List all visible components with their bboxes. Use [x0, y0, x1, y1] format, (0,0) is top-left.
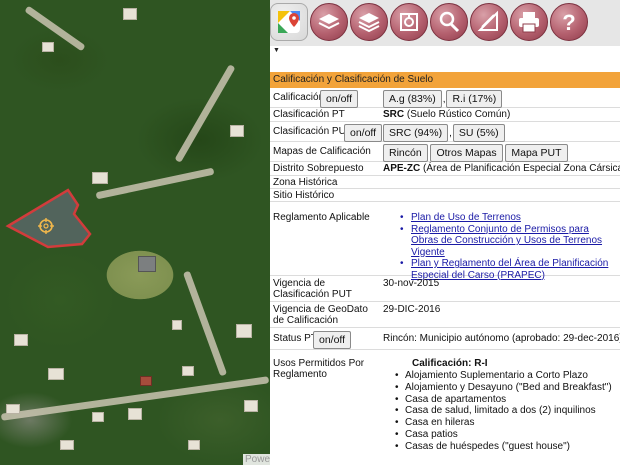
row-clasificacion-put: Clasificación PUT on/off SRC (94%), SU (5… [270, 122, 620, 142]
clasificacion-pt-label: Clasificación PT [273, 109, 345, 120]
row-calificacion: Calificación on/off A.g (83%), R.i (17%) [270, 88, 620, 108]
calificacion-toggle-button[interactable]: on/off [320, 90, 359, 108]
link-plan-uso-terrenos[interactable]: Plan de Uso de Terrenos [411, 212, 521, 223]
list-item: Casa en hileras [394, 417, 616, 429]
status-pt-toggle-button[interactable]: on/off [313, 331, 352, 349]
list-item: Reglamento Conjunto de Permisos para Obr… [398, 224, 616, 259]
print-icon[interactable] [510, 3, 548, 41]
row-distrito: Distrito Sobrepuesto APE-ZC (Área de Pla… [270, 162, 620, 176]
distrito-label: Distrito Sobrepuesto [273, 163, 364, 174]
otros-mapas-button[interactable]: Otros Mapas [430, 144, 503, 162]
map-attribution: Powe [243, 454, 270, 465]
list-item: Casas de huéspedes ("guest house") [394, 441, 616, 453]
row-vigencia-geodato: Vigencia de GeoDato de Calificación 29-D… [270, 302, 620, 328]
collapse-panel-arrow-icon[interactable]: ▼ [273, 47, 280, 54]
calificacion-ag-button[interactable]: A.g (83%) [383, 90, 442, 108]
vigencia-geodato-value: 29-DIC-2016 [383, 304, 441, 315]
distrito-desc: (Área de Planificación Especial Zona Cár… [423, 163, 620, 174]
row-clasificacion-pt: Clasificación PT SRC (Suelo Rústico Comú… [270, 108, 620, 122]
sitio-historico-label: Sitio Histórico [273, 190, 335, 201]
mapas-label: Mapas de Calificación [273, 146, 371, 157]
clasificacion-put-su-button[interactable]: SU (5%) [452, 124, 505, 142]
satellite-map[interactable]: Powe [0, 0, 270, 465]
magnifier-icon[interactable] [430, 3, 468, 41]
list-item: Alojamiento y Desayuno ("Bed and Breakfa… [394, 382, 616, 394]
vigencia-put-value: 30-nov-2015 [383, 278, 440, 289]
separator: , [449, 128, 452, 139]
usos-label: Usos Permitidos Por Reglamento [273, 358, 365, 380]
help-icon[interactable]: ? [550, 3, 588, 41]
vigencia-geodato-label: Vigencia de GeoDato de Calificación [273, 304, 368, 326]
row-status-pt: Status PT on/off Rincón: Municipio autón… [270, 328, 620, 350]
status-pt-value: Rincón: Municipio autónomo (aprobado: 29… [383, 333, 620, 344]
list-item: Plan de Uso de Terrenos [398, 212, 616, 224]
row-vigencia-put: Vigencia de Clasificación PUT 30-nov-201… [270, 276, 620, 302]
link-reglamento-conjunto[interactable]: Reglamento Conjunto de Permisos para Obr… [411, 224, 602, 258]
layers-icon[interactable] [310, 3, 348, 41]
measure-icon[interactable] [470, 3, 508, 41]
crosshair-marker-icon[interactable] [38, 218, 54, 234]
usos-heading: Calificación: R-I [412, 358, 488, 369]
parcel-search-icon[interactable] [390, 3, 428, 41]
mapa-put-button[interactable]: Mapa PUT [505, 144, 568, 162]
zona-historica-label: Zona Histórica [273, 177, 338, 188]
clasificacion-put-label: Clasificación PUT [273, 126, 352, 137]
panel-header: Calificación y Clasificación de Suelo [270, 72, 620, 88]
list-item: Casa de apartamentos [394, 394, 616, 406]
layers-alt-icon[interactable] [350, 3, 388, 41]
row-reglamento: Reglamento Aplicable Plan de Uso de Terr… [270, 202, 620, 281]
vigencia-put-label: Vigencia de Clasificación PUT [273, 278, 352, 300]
list-item: Casa patios [394, 429, 616, 441]
clasificacion-pt-code: SRC [383, 109, 405, 120]
row-usos-permitidos: Usos Permitidos Por Reglamento Calificac… [270, 350, 620, 460]
reglamento-label: Reglamento Aplicable [273, 212, 370, 223]
calificacion-ri-button[interactable]: R.i (17%) [446, 90, 503, 108]
status-pt-label: Status PT [273, 333, 317, 344]
row-zona-historica: Zona Histórica [270, 176, 620, 189]
info-panel: Calificación y Clasificación de Suelo Ca… [270, 72, 620, 465]
clasificacion-pt-desc: (Suelo Rústico Común) [406, 109, 511, 120]
reglamento-links: Plan de Uso de Terrenos Reglamento Conju… [398, 212, 616, 281]
svg-text:?: ? [562, 10, 575, 35]
mapa-rincon-button[interactable]: Rincón [383, 144, 428, 162]
clasificacion-put-toggle-button[interactable]: on/off [344, 124, 383, 142]
list-item: Alojamiento Suplementario a Corto Plazo [394, 370, 616, 382]
calificacion-label: Calificación [273, 92, 325, 103]
clasificacion-put-src-button[interactable]: SRC (94%) [383, 124, 449, 142]
distrito-code: APE-ZC [383, 163, 421, 174]
row-sitio-historico: Sitio Histórico [270, 189, 620, 202]
google-maps-icon[interactable] [270, 3, 308, 41]
toolbar: ? [270, 0, 620, 46]
row-mapas: Mapas de Calificación Rincón Otros Mapas… [270, 142, 620, 162]
list-item: Casa de salud, limitado a dos (2) inquil… [394, 405, 616, 417]
usos-list: Alojamiento Suplementario a Corto Plazo … [394, 370, 616, 453]
separator: , [442, 94, 446, 105]
